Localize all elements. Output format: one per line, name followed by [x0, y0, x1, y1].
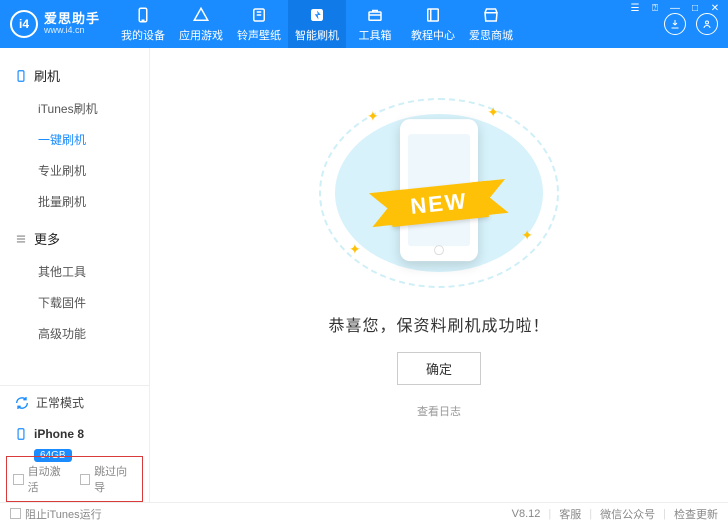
tab-toolbox[interactable]: 工具箱 — [346, 0, 404, 48]
store-icon — [482, 6, 500, 24]
ok-button[interactable]: 确定 — [397, 352, 481, 385]
checkbox-icon — [10, 508, 21, 519]
update-link[interactable]: 检查更新 — [674, 506, 718, 522]
tshirt-icon[interactable]: ⍰ — [648, 3, 662, 14]
sidebar-item-itunes-flash[interactable]: iTunes刷机 — [0, 93, 149, 124]
sidebar-category-more[interactable]: 更多 — [0, 225, 149, 256]
phone-icon — [14, 69, 28, 83]
tab-label: 智能刷机 — [295, 27, 339, 43]
check-block-itunes[interactable]: 阻止iTunes运行 — [10, 506, 102, 522]
maximize-icon[interactable]: □ — [688, 3, 702, 14]
tab-label: 工具箱 — [359, 27, 392, 43]
separator: | — [663, 508, 666, 520]
tab-label: 爱思商城 — [469, 27, 513, 43]
sidebar-item-batch-flash[interactable]: 批量刷机 — [0, 186, 149, 217]
toolbox-icon — [366, 6, 384, 24]
brand-logo: i4 爱思助手 www.i4.cn — [0, 0, 114, 48]
device-info[interactable]: iPhone 8 — [0, 419, 149, 445]
user-icon — [701, 18, 713, 30]
top-tabs: 我的设备 应用游戏 铃声壁纸 智能刷机 工具箱 教程中心 爱思商城 — [114, 0, 654, 48]
download-button[interactable] — [664, 13, 686, 35]
check-label: 跳过向导 — [94, 463, 136, 495]
main-content: ✦ ✦ ✦ ✦ NEW 恭喜您，保资料刷机成功啦！ 确定 查看日志 — [150, 48, 728, 502]
refresh-icon — [14, 395, 30, 411]
category-label: 刷机 — [34, 66, 60, 85]
phone-small-icon — [14, 427, 28, 441]
check-label: 阻止iTunes运行 — [25, 506, 102, 522]
tab-store[interactable]: 爱思商城 — [462, 0, 520, 48]
bottom-checks: 自动激活 跳过向导 — [6, 456, 143, 502]
brand-url: www.i4.cn — [44, 26, 100, 36]
sidebar-item-other-tools[interactable]: 其他工具 — [0, 256, 149, 287]
minimize-icon[interactable]: — — [668, 3, 682, 14]
device-mode[interactable]: 正常模式 — [0, 385, 149, 419]
sidebar-item-download-fw[interactable]: 下载固件 — [0, 287, 149, 318]
sparkle-icon: ✦ — [349, 241, 361, 258]
checkbox-icon — [80, 474, 91, 485]
music-icon — [250, 6, 268, 24]
check-auto-activate[interactable]: 自动激活 — [13, 463, 70, 495]
apps-icon — [192, 6, 210, 24]
separator: | — [589, 508, 592, 520]
sparkle-icon: ✦ — [367, 108, 379, 125]
tab-label: 教程中心 — [411, 27, 455, 43]
user-button[interactable] — [696, 13, 718, 35]
success-illustration: ✦ ✦ ✦ ✦ NEW — [319, 98, 559, 288]
flash-icon — [308, 6, 326, 24]
device-icon — [134, 6, 152, 24]
support-link[interactable]: 客服 — [559, 506, 581, 522]
tab-tutorials[interactable]: 教程中心 — [404, 0, 462, 48]
success-message: 恭喜您，保资料刷机成功啦！ — [328, 312, 549, 336]
book-icon — [424, 6, 442, 24]
sparkle-icon: ✦ — [521, 227, 533, 244]
checkbox-icon — [13, 474, 24, 485]
close-icon[interactable]: ✕ — [708, 3, 722, 14]
tab-ringtones[interactable]: 铃声壁纸 — [230, 0, 288, 48]
separator: | — [548, 508, 551, 520]
check-skip-guide[interactable]: 跳过向导 — [80, 463, 137, 495]
category-label: 更多 — [34, 229, 60, 248]
mode-label: 正常模式 — [36, 394, 84, 411]
sidebar: 刷机 iTunes刷机 一键刷机 专业刷机 批量刷机 更多 其他工具 下载固件 … — [0, 48, 150, 502]
tab-label: 我的设备 — [121, 27, 165, 43]
brand-name: 爱思助手 — [44, 12, 100, 26]
sidebar-item-pro-flash[interactable]: 专业刷机 — [0, 155, 149, 186]
tab-label: 应用游戏 — [179, 27, 223, 43]
device-name: iPhone 8 — [34, 427, 84, 441]
tab-label: 铃声壁纸 — [237, 27, 281, 43]
download-icon — [669, 18, 681, 30]
titlebar: ☰ ⍰ — □ ✕ i4 爱思助手 www.i4.cn 我的设备 应用游戏 铃声… — [0, 0, 728, 48]
tab-smart-flash[interactable]: 智能刷机 — [288, 0, 346, 48]
list-icon — [14, 232, 28, 246]
wechat-link[interactable]: 微信公众号 — [600, 506, 655, 522]
menu-icon[interactable]: ☰ — [628, 3, 642, 14]
status-bar: 阻止iTunes运行 V8.12 | 客服 | 微信公众号 | 检查更新 — [0, 502, 728, 524]
sidebar-item-oneclick-flash[interactable]: 一键刷机 — [0, 124, 149, 155]
logo-icon: i4 — [10, 10, 38, 38]
sparkle-icon: ✦ — [487, 104, 499, 121]
tab-apps[interactable]: 应用游戏 — [172, 0, 230, 48]
check-label: 自动激活 — [28, 463, 70, 495]
version-label: V8.12 — [512, 508, 541, 520]
sidebar-category-flash[interactable]: 刷机 — [0, 62, 149, 93]
sidebar-item-advanced[interactable]: 高级功能 — [0, 318, 149, 349]
view-log-link[interactable]: 查看日志 — [417, 403, 461, 419]
window-controls: ☰ ⍰ — □ ✕ — [628, 3, 722, 14]
tab-my-device[interactable]: 我的设备 — [114, 0, 172, 48]
